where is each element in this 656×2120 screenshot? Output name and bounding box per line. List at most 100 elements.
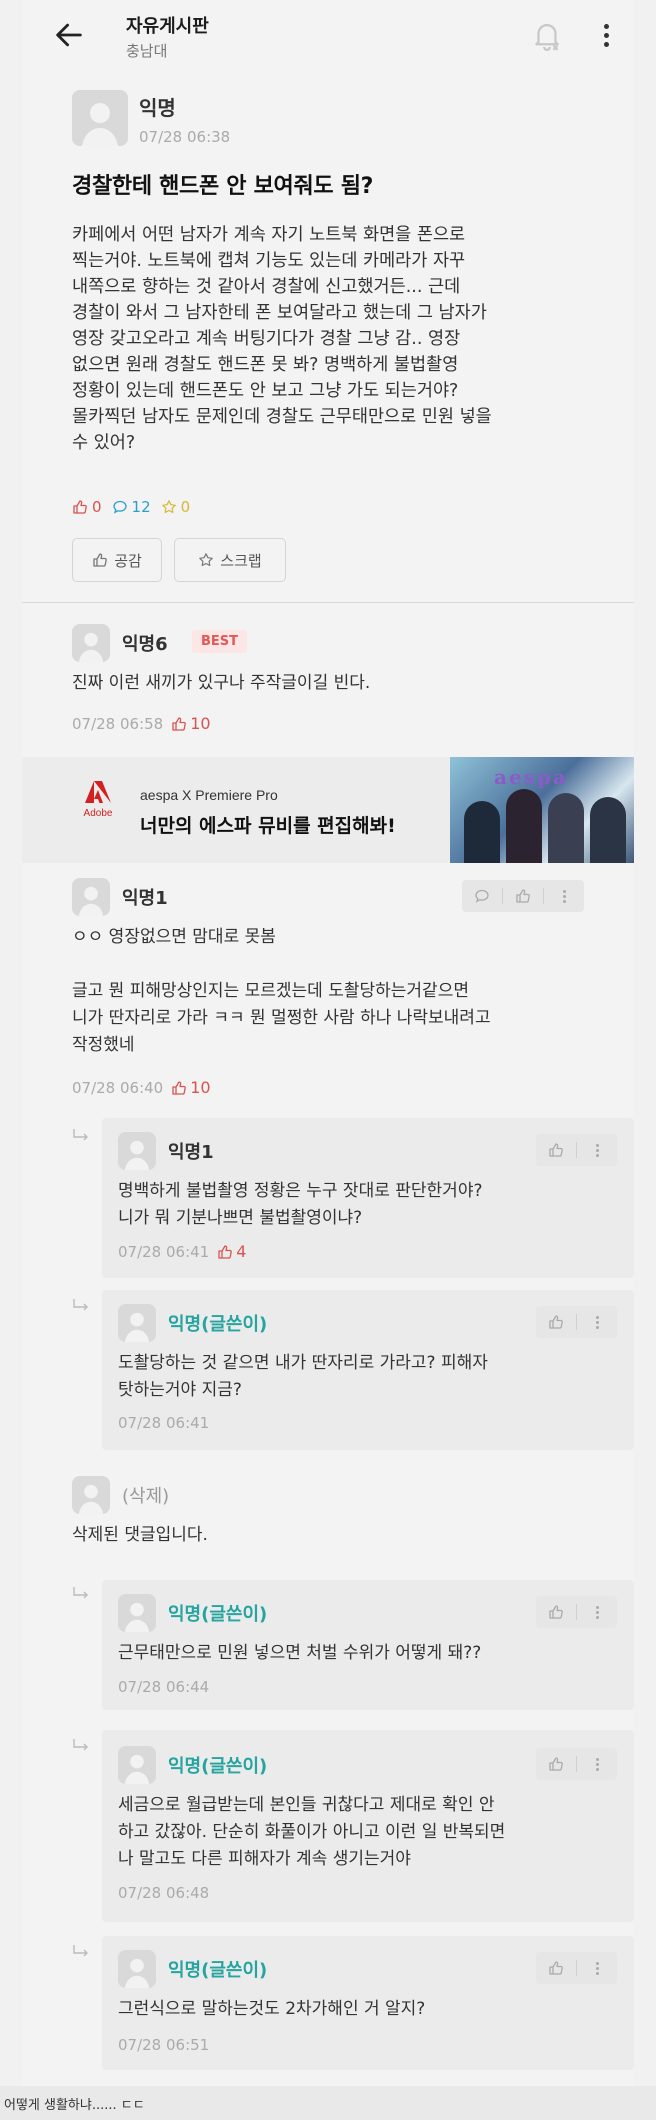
comment-toolbar <box>536 1596 617 1628</box>
post-author: 익명 <box>139 96 176 120</box>
ad-banner[interactable]: Adobe aespa X Premiere Pro 너만의 에스파 뮤비를 편… <box>22 757 634 863</box>
comment-author: (삭제) <box>122 1486 170 1507</box>
comment-time: 07/28 06:44 <box>118 1678 210 1696</box>
comment-like-count: 10 <box>171 1078 211 1097</box>
comment-toolbar <box>536 1952 617 1984</box>
divider <box>22 602 634 603</box>
board-subtitle: 충남대 <box>126 42 168 60</box>
thumbs-up-icon[interactable] <box>503 880 543 912</box>
comment-time: 07/28 06:58 <box>72 714 164 733</box>
thumbs-up-icon <box>172 1080 187 1095</box>
comment-body: 진짜 이런 새끼가 있구나 주작글이길 빈다. <box>72 673 371 693</box>
post-title: 경찰한테 핸드폰 안 보여줘도 됨? <box>72 174 374 199</box>
more-vertical-icon[interactable] <box>544 880 584 912</box>
comment-count-value: 12 <box>131 498 151 516</box>
reply-icon[interactable] <box>462 880 502 912</box>
comment-author: 익명(글쓴이) <box>168 1756 268 1777</box>
comment-time: 07/28 06:40 <box>72 1078 164 1097</box>
more-vertical-icon[interactable] <box>577 1306 617 1338</box>
comment-meta: 07/28 06:40 10 <box>72 1078 211 1097</box>
avatar <box>118 1304 156 1342</box>
thumbs-up-icon[interactable] <box>536 1134 576 1166</box>
comment-time: 07/28 06:48 <box>118 1884 210 1902</box>
avatar <box>72 624 110 662</box>
scrap-count-value: 0 <box>180 498 191 516</box>
ad-figure <box>464 801 500 863</box>
speech-bubble-icon <box>112 500 127 514</box>
avatar <box>118 1132 156 1170</box>
app-screen: 자유게시판 충남대 익명 07/28 06:38 경찰한테 핸드폰 안 보여줘도… <box>0 0 656 2086</box>
thumbs-up-icon <box>93 553 108 567</box>
comment-body: 명백하게 불법촬영 정황은 누구 잣대로 판단한거야? 니가 뭐 기분나쁘면 불… <box>118 1181 483 1228</box>
avatar <box>118 1746 156 1784</box>
comment-body: 도촬당하는 것 같으면 내가 딴자리로 가라고? 피해자 탓하는거야 지금? <box>118 1353 488 1400</box>
like-button[interactable]: 공감 <box>72 538 162 582</box>
post-body: 카페에서 어떤 남자가 계속 자기 노트북 화면을 폰으로 찍는거야. 노트북에… <box>72 225 492 453</box>
reply-arrow-icon <box>73 1587 88 1599</box>
comment-like-value: 10 <box>190 714 211 733</box>
comment-author: 익명(글쓴이) <box>168 1960 268 1981</box>
ad-figure <box>590 797 626 863</box>
more-vertical-icon[interactable] <box>577 1748 617 1780</box>
comment-like-count: 4 <box>217 1242 246 1261</box>
comment-time: 07/28 06:41 <box>118 1242 210 1261</box>
comment-author: 익명1 <box>168 1142 214 1163</box>
comment-toolbar <box>462 880 584 912</box>
ad-image: aespa <box>450 757 634 863</box>
more-vertical-icon[interactable] <box>596 20 616 54</box>
adobe-logo-icon <box>85 779 111 805</box>
comment-meta: 07/28 06:51 <box>118 2036 209 2054</box>
post-time: 07/28 06:38 <box>139 128 231 146</box>
comment-like-value: 4 <box>236 1242 247 1261</box>
thumbs-up-icon[interactable] <box>536 1748 576 1780</box>
avatar <box>118 1594 156 1632</box>
app-content: 자유게시판 충남대 익명 07/28 06:38 경찰한테 핸드폰 안 보여줘도… <box>22 0 634 2086</box>
thumbs-up-icon <box>73 500 87 514</box>
avatar <box>72 1476 110 1514</box>
bell-off-icon[interactable] <box>530 18 564 54</box>
scrap-button-label: 스크랩 <box>220 551 262 570</box>
reply-arrow-icon <box>73 1945 88 1957</box>
comment-body: 세금으로 월급받는데 본인들 귀찮다고 제대로 확인 안 하고 갔잖아. 단순히… <box>118 1795 506 1869</box>
thumbs-up-icon[interactable] <box>536 1596 576 1628</box>
more-vertical-icon[interactable] <box>577 1596 617 1628</box>
scrap-button[interactable]: 스크랩 <box>174 538 286 582</box>
image-caption: 어떻게 생활하냐...... ㄷㄷ <box>4 2098 145 2113</box>
thumbs-up-icon <box>172 716 187 731</box>
board-title: 자유게시판 <box>126 16 209 37</box>
comment-body: 삭제된 댓글입니다. <box>72 1525 208 1545</box>
thumbs-up-icon <box>218 1244 233 1259</box>
scrap-count: 0 <box>161 498 191 516</box>
comment-toolbar <box>536 1748 617 1780</box>
comment-meta: 07/28 06:41 4 <box>118 1242 246 1261</box>
best-badge: BEST <box>192 630 248 653</box>
avatar <box>118 1950 156 1988</box>
comment-toolbar <box>536 1134 617 1166</box>
comment-meta: 07/28 06:44 <box>118 1678 209 1696</box>
comment-author: 익명(글쓴이) <box>168 1604 268 1625</box>
more-vertical-icon[interactable] <box>577 1952 617 1984</box>
more-vertical-icon[interactable] <box>577 1134 617 1166</box>
post-stats: 0 12 0 <box>72 498 190 516</box>
adobe-wordmark: Adobe <box>83 808 113 819</box>
comment-meta: 07/28 06:41 <box>118 1414 209 1432</box>
reply-arrow-icon <box>73 1299 88 1311</box>
comment-count: 12 <box>112 498 151 516</box>
ad-figure <box>548 793 584 863</box>
thumbs-up-icon[interactable] <box>536 1952 576 1984</box>
comment-author: 익명(글쓴이) <box>168 1314 268 1335</box>
comment-toolbar <box>536 1306 617 1338</box>
thumbs-up-icon[interactable] <box>536 1306 576 1338</box>
ad-figure <box>506 789 542 863</box>
comment-time: 07/28 06:51 <box>118 2036 210 2054</box>
comment-meta: 07/28 06:58 10 <box>72 714 211 733</box>
like-count: 0 <box>72 498 102 516</box>
comment-like-count: 10 <box>171 714 211 733</box>
comment-body: ㅇㅇ 영장없으면 맘대로 못봄 글고 뭔 피해망상인지는 모르겠는데 도촬당하는… <box>72 927 491 1055</box>
arrow-left-icon[interactable] <box>52 18 92 54</box>
reply-arrow-icon <box>73 1739 88 1751</box>
comment-like-value: 10 <box>190 1078 211 1097</box>
like-count-value: 0 <box>92 498 102 516</box>
star-icon <box>161 500 176 514</box>
star-icon <box>199 553 214 567</box>
